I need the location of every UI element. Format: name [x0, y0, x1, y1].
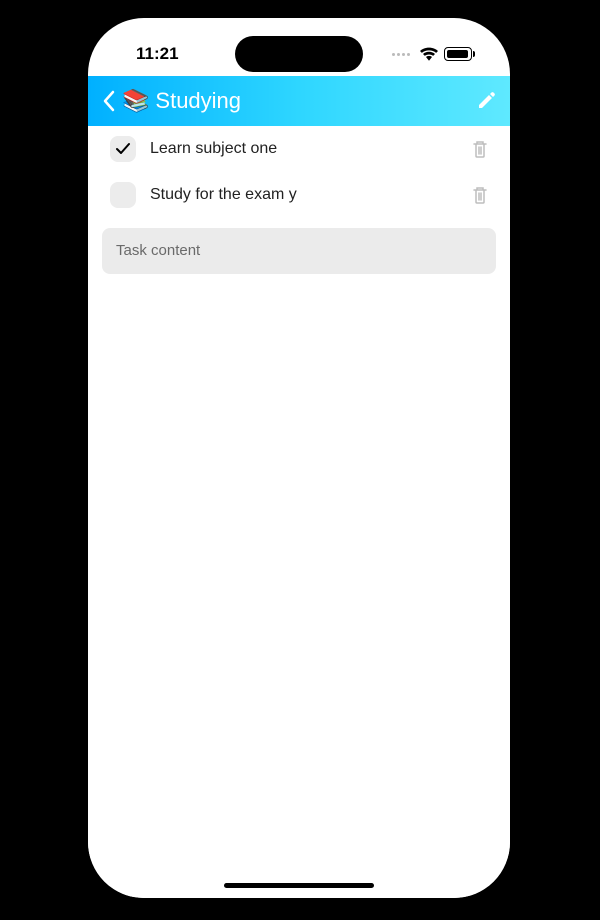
task-row: Study for the exam y — [88, 172, 510, 218]
delete-task-button[interactable] — [472, 186, 488, 204]
cellular-dots-icon — [392, 53, 410, 56]
phone-frame: 11:21 📚 Stu — [88, 18, 510, 898]
edit-button[interactable] — [476, 91, 496, 111]
task-row: Learn subject one — [88, 126, 510, 172]
delete-task-button[interactable] — [472, 140, 488, 158]
new-task-input-row — [102, 228, 496, 274]
content: Learn subject one Study for the exam y — [88, 126, 510, 898]
topbar: 📚 Studying — [88, 76, 510, 126]
notch — [235, 36, 363, 72]
back-button[interactable] — [102, 90, 116, 112]
task-checkbox[interactable] — [110, 136, 136, 162]
home-indicator[interactable] — [224, 883, 374, 888]
battery-icon — [444, 47, 472, 61]
task-checkbox[interactable] — [110, 182, 136, 208]
status-right — [392, 47, 472, 61]
wifi-icon — [420, 47, 438, 61]
task-label: Learn subject one — [150, 140, 458, 158]
task-label: Study for the exam y — [150, 186, 458, 204]
status-time: 11:21 — [136, 44, 179, 64]
books-icon: 📚 — [122, 88, 149, 114]
page-title: Studying — [155, 88, 241, 114]
new-task-input[interactable] — [116, 242, 482, 259]
